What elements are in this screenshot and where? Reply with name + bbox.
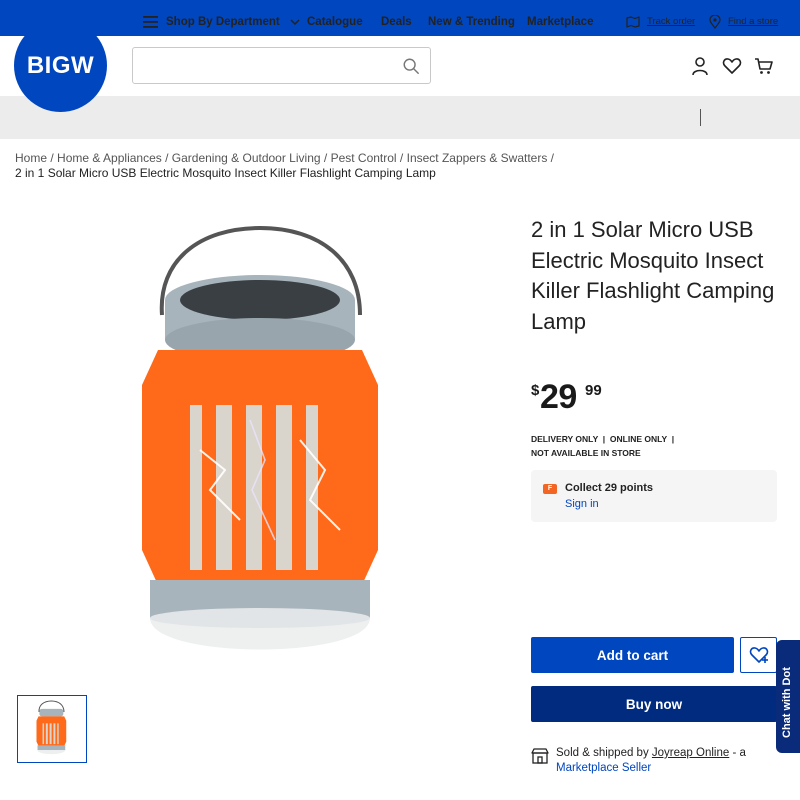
main-nav	[0, 96, 800, 139]
price-dollars: 29	[540, 378, 577, 416]
sign-in-link[interactable]: Sign in	[565, 498, 599, 510]
seller-name-link[interactable]: Joyreap Online	[652, 747, 729, 759]
rewards-icon: F	[543, 484, 557, 494]
product-thumbnail[interactable]	[17, 695, 87, 763]
search-icon[interactable]	[402, 57, 420, 75]
rewards-box: F Collect 29 points Sign in	[531, 470, 777, 522]
price-currency: $	[531, 382, 540, 399]
thumbnail-image	[36, 700, 67, 755]
nav-catalogue[interactable]: Catalogue	[307, 0, 363, 43]
availability-line-1: DELIVERY ONLY | ONLINE ONLY |	[531, 434, 675, 444]
chat-label: Chat with Dot	[781, 667, 793, 738]
breadcrumb-home-appliances[interactable]: Home & Appliances	[57, 151, 162, 165]
seller-middle: - a	[729, 747, 746, 759]
rewards-points: Collect 29 points	[565, 482, 654, 494]
breadcrumb-insect-zappers[interactable]: Insect Zappers & Swatters	[407, 151, 548, 165]
product-image[interactable]	[140, 220, 390, 680]
department-label: Shop By Department	[166, 15, 280, 28]
nav-new-trending[interactable]: New & Trending	[428, 0, 515, 43]
search-input[interactable]	[143, 48, 393, 83]
find-store-label: Find a store	[728, 16, 779, 27]
breadcrumb-pest-control[interactable]: Pest Control	[331, 151, 397, 165]
add-to-cart-button[interactable]: Add to cart	[531, 637, 734, 673]
product-title: 2 in 1 Solar Micro USB Electric Mosquito…	[531, 217, 775, 334]
nav-marketplace[interactable]: Marketplace	[527, 0, 593, 43]
map-icon	[626, 15, 640, 28]
store-icon	[531, 748, 549, 764]
heart-icon[interactable]	[722, 56, 742, 76]
track-order-label: Track order	[647, 16, 696, 27]
logo-text: BIGW	[26, 51, 95, 79]
chevron-down-icon	[290, 18, 300, 25]
nav-divider	[700, 109, 701, 126]
seller-prefix: Sold & shipped by	[556, 747, 652, 759]
shop-by-department-menu[interactable]: Shop By Department	[143, 0, 300, 43]
buy-now-button[interactable]: Buy now	[531, 686, 777, 722]
nav-deals[interactable]: Deals	[381, 0, 412, 43]
breadcrumb: Home / Home & Appliances / Gardening & O…	[15, 151, 555, 180]
hamburger-icon	[143, 15, 158, 28]
price-cents: 99	[585, 382, 602, 399]
bigw-logo[interactable]: BIGW	[14, 19, 107, 112]
marketplace-seller-link[interactable]: Marketplace Seller	[556, 762, 651, 774]
breadcrumb-gardening[interactable]: Gardening & Outdoor Living	[172, 151, 321, 165]
availability-info: DELIVERY ONLY | ONLINE ONLY | NOT AVAILA…	[531, 432, 791, 460]
cart-icon[interactable]	[754, 56, 774, 76]
chat-with-dot-button[interactable]: Chat with Dot	[776, 640, 800, 753]
location-pin-icon	[709, 14, 721, 29]
find-store-link[interactable]: Find a store	[709, 0, 778, 43]
add-to-wishlist-button[interactable]	[740, 637, 777, 673]
breadcrumb-current: 2 in 1 Solar Micro USB Electric Mosquito…	[15, 166, 436, 180]
breadcrumb-home[interactable]: Home	[15, 151, 47, 165]
search-box[interactable]	[132, 47, 431, 84]
heart-plus-icon	[749, 647, 768, 663]
track-order-link[interactable]: Track order	[626, 0, 695, 43]
availability-line-2: NOT AVAILABLE IN STORE	[531, 448, 641, 458]
account-icon[interactable]	[690, 56, 710, 76]
